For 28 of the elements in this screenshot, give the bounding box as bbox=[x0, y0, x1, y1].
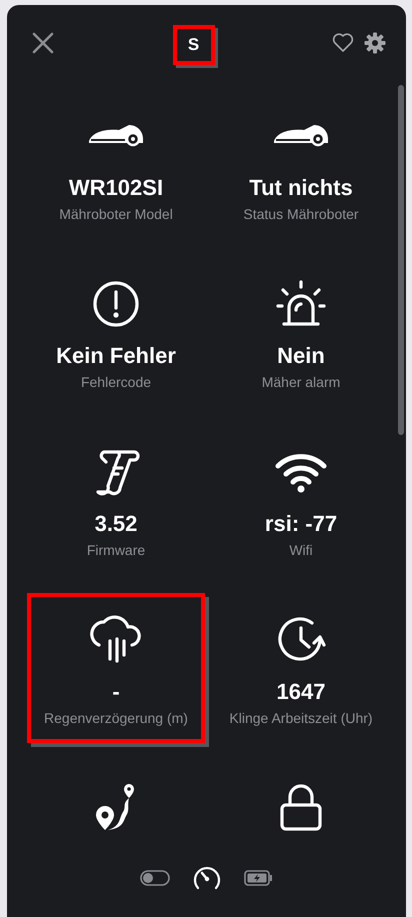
favorite-button[interactable] bbox=[332, 33, 354, 53]
scrollbar[interactable] bbox=[398, 85, 404, 435]
tile-label: Mäher alarm bbox=[262, 374, 340, 390]
tile-value: Tut nichts bbox=[249, 175, 353, 201]
lock-icon bbox=[278, 783, 324, 833]
tile-value: Kein Fehler bbox=[56, 343, 176, 369]
close-icon bbox=[31, 31, 55, 55]
toggle-icon bbox=[140, 870, 170, 886]
tile-value: rsi: -77 bbox=[264, 511, 338, 537]
tile-value: 1647 bbox=[276, 679, 326, 705]
tile-value: 3.52 bbox=[94, 511, 138, 537]
tile-label: Wifi bbox=[289, 542, 313, 558]
alert-circle-icon bbox=[91, 279, 141, 329]
heart-icon bbox=[332, 33, 354, 53]
battery-icon bbox=[244, 870, 274, 886]
tile-value: - bbox=[112, 679, 120, 705]
tile-label: Klinge Arbeitszeit (Uhr) bbox=[229, 710, 373, 726]
rain-cloud-icon bbox=[88, 615, 144, 665]
tile-value: Nein bbox=[277, 343, 325, 369]
tile-label: Firmware bbox=[86, 542, 146, 558]
speedometer-icon bbox=[192, 864, 222, 892]
tile-label: Status Mähroboter bbox=[243, 206, 359, 222]
nav-tab[interactable] bbox=[192, 864, 222, 892]
tile-label: Fehlercode bbox=[80, 374, 152, 390]
close-button[interactable] bbox=[31, 31, 55, 55]
tile-value: WR102SI bbox=[68, 175, 164, 201]
tile-label: Regenverzögerung (m) bbox=[44, 710, 188, 726]
tile-label: Mähroboter Model bbox=[59, 206, 173, 222]
